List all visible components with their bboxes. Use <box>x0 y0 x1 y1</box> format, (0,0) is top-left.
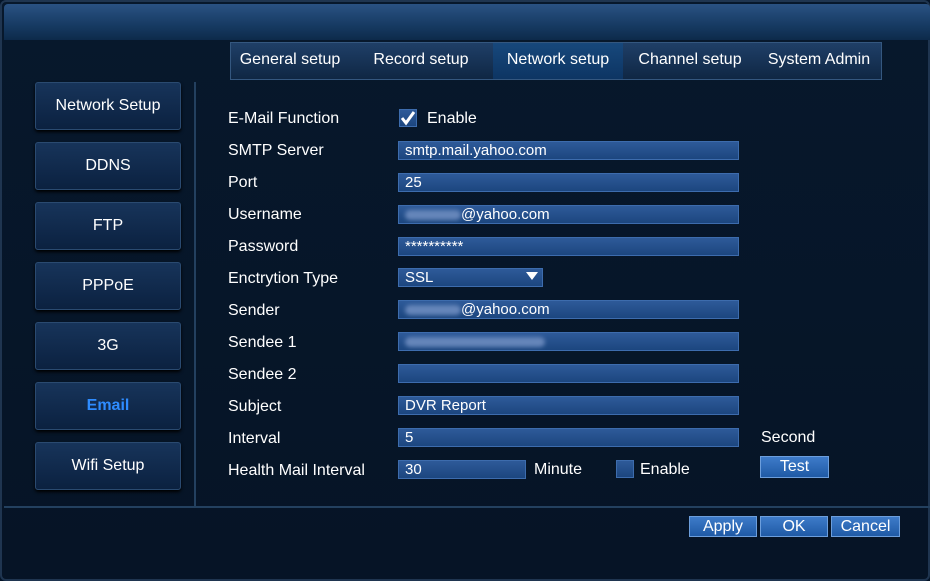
sidebar-item-ftp[interactable]: FTP <box>35 202 181 250</box>
dropdown-arrow-icon <box>526 272 538 280</box>
tab-record-setup[interactable]: Record setup <box>349 43 493 79</box>
encryption-type-label: Enctrytion Type <box>228 270 338 287</box>
health-mail-unit-label: Minute <box>534 461 583 478</box>
redacted-text <box>405 210 461 221</box>
horizontal-divider <box>4 506 930 508</box>
encryption-type-select[interactable]: SSL <box>398 268 543 287</box>
health-mail-interval-field[interactable]: 30 <box>398 460 526 479</box>
sidebar-item-ddns[interactable]: DDNS <box>35 142 181 190</box>
health-mail-enable-checkbox[interactable] <box>616 460 634 478</box>
title-bar <box>4 4 930 40</box>
dialog-frame: General setup Record setup Network setup… <box>0 0 930 581</box>
sidebar-item-3g[interactable]: 3G <box>35 322 181 370</box>
email-function-enable-label: Enable <box>427 110 477 127</box>
apply-button[interactable]: Apply <box>689 516 757 537</box>
smtp-server-label: SMTP Server <box>228 142 324 159</box>
sidebar-item-pppoe[interactable]: PPPoE <box>35 262 181 310</box>
username-field[interactable]: @yahoo.com <box>398 205 739 224</box>
sidebar-item-email[interactable]: Email <box>35 382 181 430</box>
sidebar-item-wifi-setup[interactable]: Wifi Setup <box>35 442 181 490</box>
ok-button[interactable]: OK <box>760 516 828 537</box>
sender-field[interactable]: @yahoo.com <box>398 300 739 319</box>
username-domain: @yahoo.com <box>461 206 550 223</box>
password-label: Password <box>228 238 299 255</box>
sender-domain: @yahoo.com <box>461 301 550 318</box>
port-field[interactable]: 25 <box>398 173 739 192</box>
vertical-divider <box>194 82 196 506</box>
encryption-type-value: SSL <box>405 269 434 286</box>
subject-label: Subject <box>228 398 282 415</box>
interval-field[interactable]: 5 <box>398 428 739 447</box>
test-button[interactable]: Test <box>760 456 829 478</box>
tab-bar: General setup Record setup Network setup… <box>230 42 882 80</box>
interval-label: Interval <box>228 430 281 447</box>
cancel-button[interactable]: Cancel <box>831 516 900 537</box>
tab-system-admin[interactable]: System Admin <box>757 43 881 79</box>
sidebar-item-network-setup[interactable]: Network Setup <box>35 82 181 130</box>
tab-channel-setup[interactable]: Channel setup <box>623 43 757 79</box>
sendee1-label: Sendee 1 <box>228 334 297 351</box>
sender-label: Sender <box>228 302 280 319</box>
port-label: Port <box>228 174 258 191</box>
tab-network-setup[interactable]: Network setup <box>493 43 623 79</box>
redacted-text <box>405 337 545 348</box>
password-field[interactable]: ********** <box>398 237 739 256</box>
email-function-label: E-Mail Function <box>228 110 340 127</box>
sendee2-field[interactable] <box>398 364 739 383</box>
subject-field[interactable]: DVR Report <box>398 396 739 415</box>
sendee2-label: Sendee 2 <box>228 366 297 383</box>
sendee1-field[interactable] <box>398 332 739 351</box>
interval-unit-label: Second <box>761 429 816 446</box>
health-mail-interval-label: Health Mail Interval <box>228 462 365 479</box>
email-function-checkbox[interactable] <box>399 109 417 127</box>
checkmark-icon <box>400 111 416 126</box>
tab-general-setup[interactable]: General setup <box>231 43 349 79</box>
smtp-server-field[interactable]: smtp.mail.yahoo.com <box>398 141 739 160</box>
username-label: Username <box>228 206 302 223</box>
health-mail-enable-label: Enable <box>640 461 690 478</box>
redacted-text <box>405 305 461 316</box>
